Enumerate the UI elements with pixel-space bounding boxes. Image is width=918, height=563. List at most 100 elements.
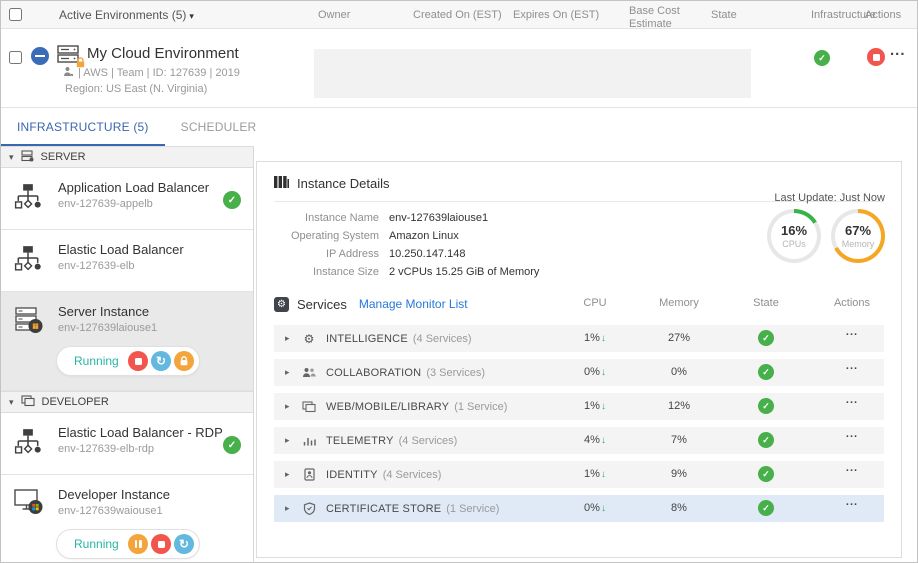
environment-name[interactable]: My Cloud Environment [87,45,239,62]
service-count: (3 Services) [426,367,485,379]
sidebar-item-application-load-balancer[interactable]: Application Load Balancer env-127639-app… [1,168,253,230]
ok-state-icon: ✓ [758,466,774,482]
state-cell: ✓ [736,466,796,482]
restart-instance-button[interactable]: ↻ [174,534,194,554]
row-actions-menu[interactable]: ... [822,326,882,338]
tab-bar: INFRASTRUCTURE (5) SCHEDULER [1,108,272,146]
item-id: env-127639laiouse1 [58,322,243,334]
status-running-label: Running [74,354,125,368]
services-column-cpu: CPU [565,297,625,309]
environment-actions-menu[interactable]: ... [890,42,906,59]
infrastructure-sidebar: ▾ SERVER Application Load [1,146,254,562]
service-name: TELEMETRY [326,435,394,447]
services-header-bar: ⚙ Services Manage Monitor List CPU Memor… [274,294,884,314]
row-actions-menu[interactable]: ... [822,394,882,406]
down-arrow-icon: ↓ [601,435,606,446]
row-actions-menu[interactable]: ... [822,428,882,440]
collapse-environment-button[interactable] [31,47,49,65]
environment-checkbox[interactable] [9,51,22,64]
memory-cell: 0% [649,366,709,378]
sidebar-item-server-instance[interactable]: Server Instance env-127639laiouse1 Runni… [1,292,253,391]
row-actions-menu[interactable]: ... [822,360,882,372]
cpu-cell: 1%↓ [565,332,625,344]
ok-state-icon: ✓ [758,330,774,346]
stop-instance-button[interactable] [151,534,171,554]
restart-instance-button[interactable]: ↻ [151,351,171,371]
service-name: CERTIFICATE STORE [326,503,441,515]
tab-infrastructure[interactable]: INFRASTRUCTURE (5) [1,108,165,146]
item-name: Elastic Load Balancer - RDP [58,425,243,440]
down-arrow-icon: ↓ [601,367,606,378]
memory-cell: 8% [649,502,709,514]
expand-row-icon[interactable]: ▸ [285,333,292,344]
services-column-state: State [736,297,796,309]
service-row-intelligence[interactable]: ▸ ⚙ INTELLIGENCE (4 Services) 1%↓ 27% ✓ … [274,325,884,352]
memory-gauge: 67% Memory [831,209,885,263]
ip-address-value: 10.250.147.148 [389,248,614,260]
expand-row-icon[interactable]: ▸ [285,435,292,446]
state-cell: ✓ [736,364,796,380]
row-actions-menu[interactable]: ... [822,496,882,508]
gear-icon: ⚙ [301,333,317,345]
service-name: IDENTITY [326,469,378,481]
instance-details-fields: Instance Name env-127639laiouse1 Operati… [274,212,614,278]
environment-row: My Cloud Environment | AWS | Team | ID: … [1,30,917,108]
service-count: (1 Service) [446,503,499,515]
environment-meta-text: | AWS | Team | ID: 127639 | 2019 [78,67,240,79]
column-expires-on: Expires On (EST) [513,9,599,21]
memory-cell: 12% [649,400,709,412]
expand-row-icon[interactable]: ▸ [285,469,292,480]
triangle-down-icon: ▾ [9,397,14,408]
column-owner: Owner [318,9,350,21]
memory-gauge-value: 67% [845,223,871,238]
active-environments-dropdown[interactable]: Active Environments (5)▾ [59,8,194,22]
expand-row-icon[interactable]: ▸ [285,503,292,514]
service-row-collaboration[interactable]: ▸ COLLABORATION (3 Services) 0%↓ 0% ✓ ..… [274,359,884,386]
section-header-developer[interactable]: ▾ DEVELOPER [1,391,253,413]
service-row-telemetry[interactable]: ▸ TELEMETRY (4 Services) 4%↓ 7% ✓ ... [274,427,884,454]
down-arrow-icon: ↓ [601,401,606,412]
memory-cell: 27% [649,332,709,344]
sidebar-item-developer-instance[interactable]: Developer Instance env-127639waiouse1 Ru… [1,475,253,563]
chevron-down-icon: ▾ [189,11,194,21]
service-row-web-mobile-library[interactable]: ▸ WEB/MOBILE/LIBRARY (1 Service) 1%↓ 12%… [274,393,884,420]
manage-monitor-list-link[interactable]: Manage Monitor List [359,297,468,311]
stop-environment-button[interactable] [867,48,885,66]
id-badge-icon [301,468,317,481]
service-count: (4 Services) [399,435,458,447]
server-instance-icon [14,306,44,337]
memory-cell: 9% [649,468,709,480]
services-table: ▸ ⚙ INTELLIGENCE (4 Services) 1%↓ 27% ✓ … [274,325,884,522]
cpu-cell: 1%↓ [565,468,625,480]
section-title: SERVER [41,151,86,163]
owner-icon [63,66,74,80]
environment-manager-window: Active Environments (5)▾ Owner Created O… [0,0,918,563]
expand-row-icon[interactable]: ▸ [285,367,292,378]
services-column-actions: Actions [822,297,882,309]
cpu-cell: 0%↓ [565,366,625,378]
memory-gauge-label: Memory [842,239,875,249]
tab-scheduler[interactable]: SCHEDULER [165,108,273,146]
ok-state-icon: ✓ [223,436,241,454]
sidebar-item-elastic-load-balancer-rdp[interactable]: Elastic Load Balancer - RDP env-127639-e… [1,413,253,475]
sidebar-item-elastic-load-balancer[interactable]: Elastic Load Balancer env-127639-elb [1,230,253,292]
state-cell: ✓ [736,500,796,516]
item-name: Developer Instance [58,487,243,502]
lock-instance-button[interactable] [174,351,194,371]
section-header-server[interactable]: ▾ SERVER [1,146,253,168]
service-row-identity[interactable]: ▸ IDENTITY (4 Services) 1%↓ 9% ✓ ... [274,461,884,488]
load-balancer-icon [14,244,42,275]
stop-instance-button[interactable] [128,351,148,371]
cpu-cell: 4%↓ [565,434,625,446]
developer-section-icon [21,395,35,410]
memory-cell: 7% [649,434,709,446]
row-actions-menu[interactable]: ... [822,462,882,474]
expand-row-icon[interactable]: ▸ [285,401,292,412]
down-arrow-icon: ↓ [601,469,606,480]
pause-instance-button[interactable] [128,534,148,554]
service-row-certificate-store[interactable]: ▸ CERTIFICATE STORE (1 Service) 0%↓ 8% ✓… [274,495,884,522]
environment-server-icon [56,44,82,68]
item-id: env-127639-elb [58,260,243,272]
select-all-checkbox[interactable] [9,8,22,21]
services-icon: ⚙ [274,297,289,312]
